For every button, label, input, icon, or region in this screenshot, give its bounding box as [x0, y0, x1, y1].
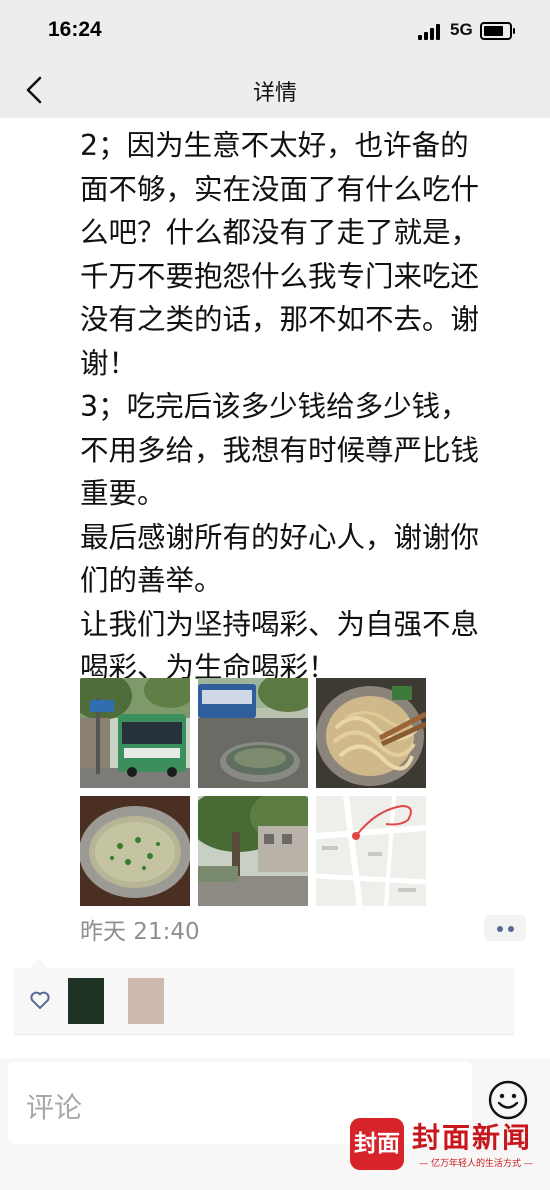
- post-line: 千万不要抱怨什么我专门来吃还: [80, 259, 480, 293]
- post-line: 重要。: [80, 477, 166, 510]
- post-timestamp: 昨天 21:40: [80, 919, 200, 945]
- watermark-slogan: — 亿万年轻人的生活方式 —: [419, 1159, 533, 1169]
- signal-strength-icon: [418, 24, 442, 40]
- bus-and-bowl-photo[interactable]: [198, 678, 308, 788]
- partial-text-line: [80, 106, 440, 118]
- liker-avatar[interactable]: [68, 978, 104, 1024]
- watermark-logo: 封面 封面新闻 — 亿万年轻人的生活方式 —: [350, 1116, 540, 1176]
- more-dots-icon: [508, 926, 514, 932]
- post-line: 最后感谢所有的好心人，谢谢你: [80, 520, 480, 554]
- map-photo[interactable]: [316, 796, 426, 906]
- tree-street-photo[interactable]: [198, 796, 308, 906]
- post-line: 们的善举。: [80, 564, 223, 597]
- soup-bowl-photo[interactable]: [80, 796, 190, 906]
- street-bus-photo[interactable]: [80, 678, 190, 788]
- battery-icon: [480, 22, 515, 40]
- watermark-badge: 封面: [350, 1118, 404, 1170]
- status-time: 16:24: [48, 18, 102, 41]
- more-button[interactable]: [484, 915, 526, 941]
- network-label: 5G: [450, 20, 473, 39]
- heart-icon: [30, 991, 50, 1009]
- noodles-photo[interactable]: [316, 678, 426, 788]
- emoji-face-icon[interactable]: [487, 1079, 529, 1121]
- post-line: 不用多给，我想有时候尊严比钱: [80, 433, 480, 467]
- likes-area: [14, 959, 514, 1034]
- post-line: 么吧？什么都没有了走了就是，: [80, 216, 480, 249]
- more-dots-icon: [497, 926, 503, 932]
- post-line: 3；吃完后该多少钱给多少钱，: [80, 390, 469, 423]
- post-line: 谢！: [80, 346, 138, 380]
- post-line: 2；因为生意不太好，也许备的: [80, 129, 469, 162]
- status-bar: 16:24 5G: [0, 0, 550, 62]
- post-line: 让我们为坚持喝彩、为自强不息: [80, 607, 480, 641]
- page-title: 详情: [252, 81, 297, 106]
- divider: [14, 1034, 514, 1035]
- comment-placeholder: 评论: [26, 1091, 83, 1124]
- liker-avatar[interactable]: [128, 978, 164, 1024]
- post-text: 2；因为生意不太好，也许备的 面不够，实在没面了有什么吃什 么吧？什么都没有了走…: [80, 124, 530, 690]
- post-line: 面不够，实在没面了有什么吃什: [80, 172, 480, 206]
- photo-grid: [80, 678, 426, 906]
- battery-fill: [484, 26, 503, 36]
- post-line: 没有之类的话，那不如不去。谢: [80, 303, 480, 336]
- watermark-name: 封面新闻: [412, 1121, 533, 1154]
